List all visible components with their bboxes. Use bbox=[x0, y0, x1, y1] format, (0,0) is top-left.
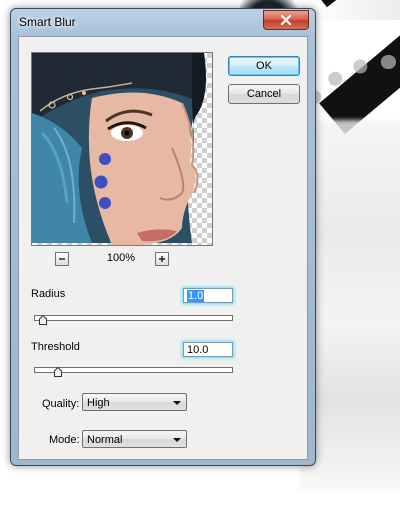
preview-image[interactable] bbox=[31, 52, 213, 246]
zoom-in-button[interactable] bbox=[155, 252, 169, 266]
chevron-down-icon bbox=[173, 438, 181, 442]
mode-label: Mode: bbox=[49, 434, 80, 446]
chevron-down-icon bbox=[173, 401, 181, 405]
threshold-label: Threshold bbox=[31, 341, 80, 353]
portrait-image bbox=[32, 53, 206, 245]
quality-label: Quality: bbox=[42, 398, 80, 410]
plus-icon bbox=[159, 256, 165, 262]
threshold-slider-track[interactable] bbox=[34, 367, 233, 377]
zoom-level: 100% bbox=[106, 252, 136, 264]
minus-icon bbox=[59, 258, 65, 260]
title-bar[interactable]: Smart Blur bbox=[11, 9, 315, 35]
dialog-content: 100% OK Cancel Radius 1.0 Threshold 10.0… bbox=[18, 36, 308, 460]
radius-value: 1.0 bbox=[187, 290, 205, 302]
mode-selected-value: Normal bbox=[87, 434, 123, 446]
close-button[interactable] bbox=[263, 10, 309, 30]
zoom-controls: 100% bbox=[31, 252, 211, 268]
threshold-input[interactable]: 10.0 bbox=[183, 342, 233, 357]
smart-blur-dialog: Smart Blur 100% OK Cancel Radius 1.0 Thr… bbox=[10, 8, 316, 466]
radius-slider-track[interactable] bbox=[34, 315, 233, 325]
close-icon bbox=[280, 15, 292, 25]
quality-select[interactable]: High bbox=[82, 393, 187, 411]
radius-label: Radius bbox=[31, 288, 66, 300]
radius-input[interactable]: 1.0 bbox=[183, 288, 233, 303]
radius-slider-thumb[interactable] bbox=[39, 315, 47, 325]
threshold-slider-thumb[interactable] bbox=[54, 367, 62, 377]
mode-select[interactable]: Normal bbox=[82, 430, 187, 448]
quality-selected-value: High bbox=[87, 397, 110, 409]
zoom-out-button[interactable] bbox=[55, 252, 69, 266]
cancel-button[interactable]: Cancel bbox=[228, 84, 300, 104]
ok-button[interactable]: OK bbox=[228, 56, 300, 76]
dialog-title: Smart Blur bbox=[19, 15, 76, 29]
